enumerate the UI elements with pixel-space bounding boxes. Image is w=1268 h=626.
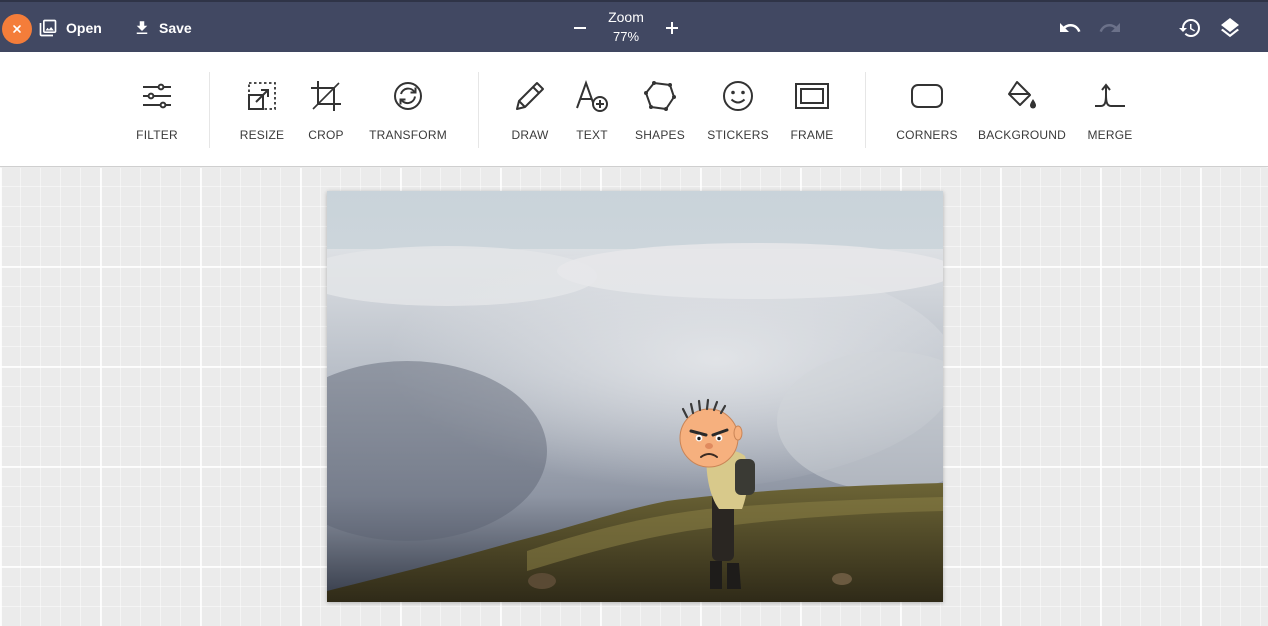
divider [478,72,479,148]
merge-icon [1095,83,1125,107]
image-icon [39,19,57,37]
crop-icon [311,81,341,111]
minus-icon [574,27,586,29]
close-button[interactable] [2,14,32,44]
divider [209,72,210,148]
history-button[interactable] [1178,16,1202,40]
draw-label: DRAW [511,128,549,142]
crop-label: CROP [308,128,344,142]
save-button[interactable]: Save [133,14,192,42]
stickers-label: STICKERS [707,128,769,142]
edited-photo[interactable] [327,191,943,602]
smiley-icon [723,81,753,111]
merge-tool[interactable]: MERGE [1062,78,1158,144]
photo-image [327,191,943,602]
undo-button[interactable] [1058,16,1082,40]
polygon-icon [644,81,676,111]
transform-label: TRANSFORM [369,128,447,142]
filter-label: FILTER [136,128,178,142]
open-label: Open [66,20,102,36]
open-button[interactable]: Open [38,14,102,42]
redo-button[interactable] [1098,16,1122,40]
corners-label: CORNERS [896,128,958,142]
plus-icon [666,22,678,34]
filter-tool[interactable]: FILTER [109,78,205,144]
frame-label: FRAME [790,128,834,142]
redo-icon [1099,23,1120,32]
resize-icon [248,82,276,110]
add-text-icon [576,80,608,112]
frame-tool[interactable]: FRAME [764,78,860,144]
paint-bucket-icon [1008,81,1036,109]
sliders-icon [143,83,171,109]
download-icon [136,21,148,34]
text-label: TEXT [576,128,608,142]
canvas-area[interactable] [0,168,1268,626]
tool-bar: FILTER RESIZE CROP TRANSFORM DRAW TEXT S… [0,52,1268,167]
rotate-icon [394,82,422,110]
zoom-out-button[interactable] [570,18,590,38]
zoom-value: 77% [612,29,640,44]
pencil-icon [516,82,544,110]
layers-icon [1221,18,1239,38]
undo-icon [1060,23,1081,32]
divider [865,72,866,148]
background-label: BACKGROUND [977,128,1066,142]
zoom-in-button[interactable] [662,18,682,38]
transform-tool[interactable]: TRANSFORM [360,78,456,144]
background-tool[interactable]: BACKGROUND [974,78,1070,144]
save-label: Save [159,20,192,36]
merge-label: MERGE [1087,128,1133,142]
layers-button[interactable] [1218,16,1242,40]
corners-tool[interactable]: CORNERS [879,78,975,144]
frame-icon [795,83,829,109]
top-bar: Open Save Zoom 77% [0,0,1268,52]
close-icon [13,25,21,33]
history-icon [1179,19,1200,38]
rounded-rect-icon [911,84,943,108]
zoom-label: Zoom [608,9,644,25]
shapes-label: SHAPES [635,128,685,142]
